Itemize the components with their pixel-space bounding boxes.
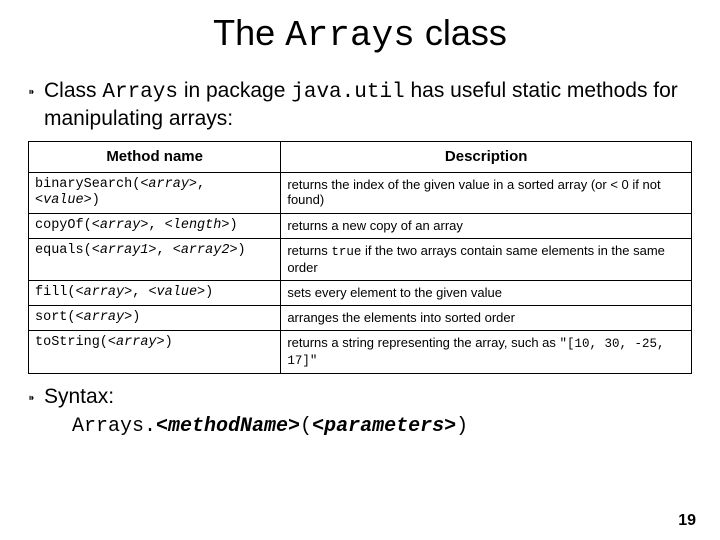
header-method: Method name (29, 141, 281, 172)
desc-cell: arranges the elements into sorted order (281, 305, 692, 330)
title-pre: The (213, 12, 285, 53)
desc-cell: returns the index of the given value in … (281, 172, 692, 213)
bullet-1-text: Class Arrays in package java.util has us… (44, 78, 692, 133)
desc-cell: returns true if the two arrays contain s… (281, 239, 692, 281)
bullet-marker-icon: ⁍ (28, 78, 44, 106)
header-desc: Description (281, 141, 692, 172)
title-code: Arrays (285, 15, 415, 56)
method-cell: fill(<array>, <value>) (29, 280, 281, 305)
bullet-2: ⁍ Syntax: (28, 384, 692, 412)
methods-table: Method name Description binarySearch(<ar… (28, 141, 692, 375)
syntax-params: <parameters> (312, 415, 456, 438)
syntax-arrays: Arrays. (72, 415, 156, 438)
desc-cell: sets every element to the given value (281, 280, 692, 305)
syntax-methodname: <methodName> (156, 415, 300, 438)
syntax-line: Arrays.<methodName>(<parameters>) (72, 414, 692, 438)
method-cell: sort(<array>) (29, 305, 281, 330)
table-row: fill(<array>, <value>) sets every elemen… (29, 280, 692, 305)
b1-t2: in package (178, 79, 291, 102)
desc-cell: returns a string representing the array,… (281, 331, 692, 374)
table-row: binarySearch(<array>, <value>) returns t… (29, 172, 692, 213)
method-cell: equals(<array1>, <array2>) (29, 239, 281, 281)
desc-cell: returns a new copy of an array (281, 213, 692, 238)
bullet-2-text: Syntax: (44, 384, 692, 410)
b1-c2: java.util (291, 81, 404, 104)
syntax-open: ( (300, 415, 312, 438)
page-number: 19 (678, 512, 696, 530)
method-cell: copyOf(<array>, <length>) (29, 213, 281, 238)
title-post: class (415, 12, 507, 53)
table-row: copyOf(<array>, <length>) returns a new … (29, 213, 692, 238)
bullet-1: ⁍ Class Arrays in package java.util has … (28, 78, 692, 133)
table-header-row: Method name Description (29, 141, 692, 172)
b1-t1: Class (44, 79, 102, 102)
table-row: equals(<array1>, <array2>) returns true … (29, 239, 692, 281)
syntax-close: ) (456, 415, 468, 438)
bullet-marker-icon: ⁍ (28, 384, 44, 412)
b1-c1: Arrays (102, 81, 178, 104)
method-cell: binarySearch(<array>, <value>) (29, 172, 281, 213)
method-cell: toString(<array>) (29, 331, 281, 374)
table-row: sort(<array>) arranges the elements into… (29, 305, 692, 330)
table-row: toString(<array>) returns a string repre… (29, 331, 692, 374)
slide-title: The Arrays class (28, 12, 692, 56)
